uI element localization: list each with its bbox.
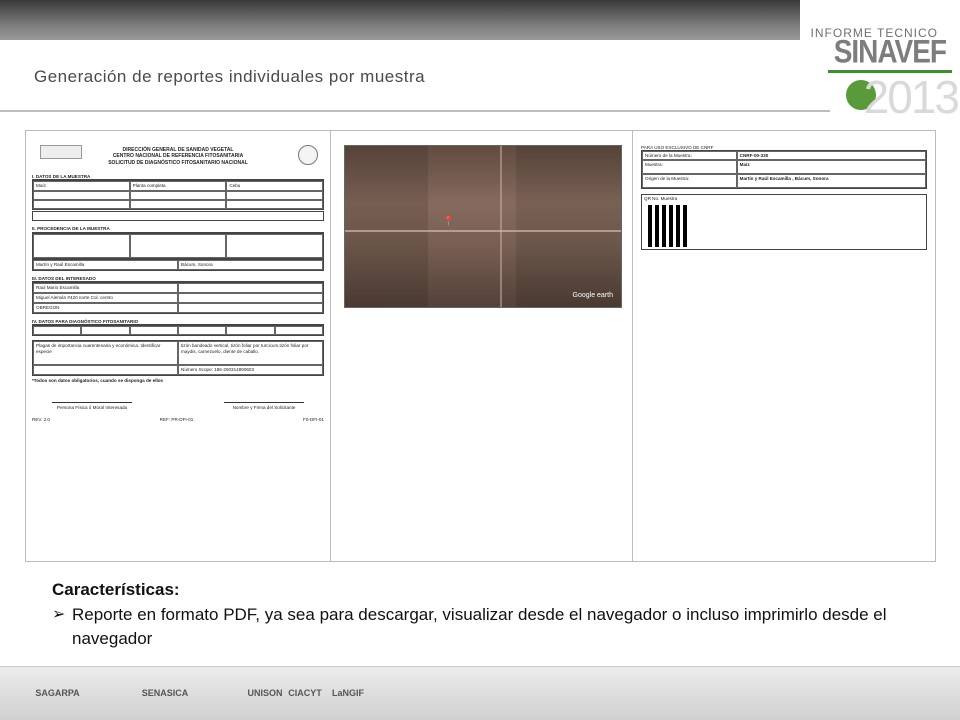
- form-note: *Todos son datos obligatorios, cuando se…: [32, 378, 164, 384]
- section-sample: I. DATOS DE LA MUESTRA: [32, 174, 324, 181]
- qr-code-icon: [648, 205, 690, 247]
- pest-grid: Plagas de importancia cuarentenaria y ec…: [32, 340, 324, 377]
- title-divider: [0, 110, 830, 112]
- satellite-map: 📍 Google earth: [344, 145, 622, 308]
- road-horizontal: [345, 229, 621, 232]
- feature-bullet: ➢ Reporte en formato PDF, ya sea para de…: [52, 603, 952, 651]
- report-page-map: 📍 Google earth: [331, 131, 633, 561]
- locality-grid: Martín y Raúl Escamilla Bácum, Sonora: [32, 258, 324, 271]
- brand-logo: INFORME TECNICO SINAVEF 2013: [800, 0, 960, 123]
- signature-lines: Persona Física ó Moral Interesada Nombre…: [32, 401, 324, 411]
- section-applicant: III. DATOS DEL INTERESADO: [32, 276, 324, 283]
- features-title: Características:: [52, 580, 180, 599]
- arrow-bullet-icon: ➢: [52, 606, 66, 623]
- brand-name: SINAVEF: [833, 33, 947, 70]
- page-title: Generación de reportes individuales por …: [34, 67, 426, 86]
- diagnosis-grid: [32, 325, 324, 337]
- sagarpa-logo: [40, 145, 82, 159]
- report-preview: DIRECCIÓN GENERAL DE SANIDAD VEGETAL CEN…: [25, 130, 936, 562]
- feature-text: Reporte en formato PDF, ya sea para desc…: [72, 605, 887, 648]
- unison-footer-logo: UNISON: [247, 688, 283, 698]
- sagarpa-footer-logo: SAGARPA: [35, 688, 80, 698]
- sample-grid: Maíz Planta completa Cebu: [32, 180, 324, 211]
- senasica-logo: [298, 145, 318, 165]
- footer-logos: SAGARPA SENASICA UNISON CIACYT LaNGIF: [0, 666, 960, 720]
- origin-grid: [32, 232, 324, 259]
- caption: Características: ➢ Reporte en formato PD…: [52, 580, 952, 651]
- slide: { "header": { "title": "Generación de re…: [0, 0, 960, 720]
- senasica-footer-logo: SENASICA: [141, 688, 189, 698]
- report-page-lab: PARA USO EXCLUSIVO DE CNRF Número de la …: [633, 131, 935, 561]
- section-origin: II. PROCEDENCIA DE LA MUESTRA: [32, 226, 324, 233]
- brand-year: 2013: [863, 71, 960, 123]
- langif-footer-logo: LaNGIF: [331, 688, 364, 698]
- applicant-grid: Raul Mario Escamilla Miguel Alemán #420 …: [32, 282, 324, 314]
- ciacyt-footer-logo: CIACYT: [288, 688, 322, 698]
- form-footer: REV. 2.0 REF: PR-DFI-01 F0-DFI-01: [32, 416, 324, 422]
- collector-box: [32, 211, 324, 222]
- report-page-form: DIRECCIÓN GENERAL DE SANIDAD VEGETAL CEN…: [26, 131, 331, 561]
- location-pin-icon: 📍: [443, 216, 455, 226]
- map-watermark: Google earth: [572, 292, 613, 299]
- lab-grid: Número de la Muestra: CNRF-00-330 Muestr…: [641, 150, 927, 189]
- section-diagnosis: IV. DATOS PARA DIAGNÓSTICO FITOSANITARIO: [32, 319, 324, 326]
- qr-box: QR No. Muestra: [641, 194, 927, 250]
- road-vertical: [499, 146, 502, 307]
